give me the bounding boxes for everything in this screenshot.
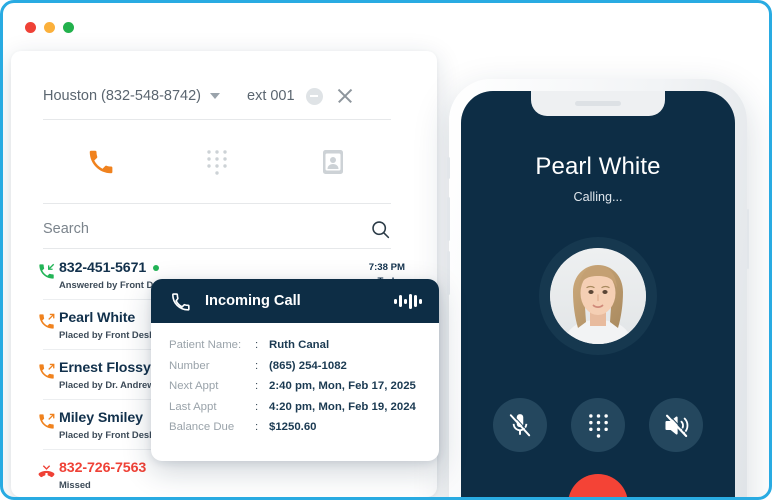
search-divider	[43, 248, 391, 249]
call-item-title: Miley Smiley	[59, 409, 143, 426]
mute-button[interactable]	[493, 398, 547, 452]
call-item-clock: 7:38 PM	[368, 261, 405, 273]
phone-mute-switch	[447, 157, 450, 179]
phone-power-button	[746, 209, 749, 269]
end-call-button[interactable]	[568, 474, 628, 500]
dialpad-icon	[588, 413, 608, 438]
missed-call-icon	[38, 465, 55, 478]
incoming-call-header: Incoming Call	[151, 279, 439, 323]
hangup-icon	[582, 488, 614, 500]
avatar-portrait	[550, 248, 646, 344]
call-item-main: 832-726-7563 Missed	[59, 460, 405, 490]
detail-row: Number : (865) 254-1082	[169, 360, 421, 381]
detail-label: Number	[169, 359, 210, 372]
call-item-title: 832-726-7563	[59, 460, 147, 476]
search-row	[43, 211, 391, 247]
speaker-button[interactable]	[649, 398, 703, 452]
detail-label: Patient Name:	[169, 339, 242, 351]
detail-label: Balance Due	[169, 421, 235, 433]
avatar	[550, 248, 646, 344]
active-call-indicator	[153, 264, 160, 271]
detail-value: Ruth Canal	[269, 339, 330, 351]
detail-label: Last Appt	[169, 400, 217, 413]
phone-handset-icon	[89, 150, 113, 174]
call-controls	[461, 398, 735, 452]
dialpad-icon	[207, 150, 227, 175]
microphone-muted-icon	[509, 413, 532, 437]
phone-notch	[531, 91, 665, 116]
detail-row: Patient Name: : Ruth Canal	[169, 339, 421, 360]
detail-separator: :	[255, 380, 259, 392]
outgoing-call-icon	[39, 363, 55, 379]
call-item-title: Pearl White	[59, 309, 136, 326]
caller-name: Pearl White	[535, 153, 661, 180]
header-divider	[43, 119, 391, 120]
call-item-subtitle: Missed	[59, 479, 91, 490]
call-item-title-wrap: 832-726-7563	[59, 460, 405, 476]
contact-card-icon	[323, 150, 343, 174]
browser-frame: Houston (832-548-8742) ext 001 Search 83…	[0, 0, 772, 500]
panel-header: Houston (832-548-8742) ext 001	[11, 73, 437, 119]
phone-screen: Pearl White Calling...	[461, 91, 735, 500]
call-status: Calling...	[573, 190, 623, 204]
outgoing-call-icon	[39, 313, 55, 329]
detail-label: Next Appt	[169, 380, 219, 392]
extension-label: ext 001	[247, 88, 295, 104]
detail-value: (865) 254-1082	[269, 359, 347, 372]
detail-row: Last Appt : 4:20 pm, Mon, Feb 19, 2024	[169, 401, 421, 422]
search-input[interactable]	[43, 221, 323, 237]
search-icon[interactable]	[370, 219, 391, 240]
tab-dialpad[interactable]	[159, 121, 275, 203]
detail-separator: :	[255, 339, 259, 351]
keypad-button[interactable]	[571, 398, 625, 452]
detail-row: Next Appt : 2:40 pm, Mon, Feb 17, 2025	[169, 380, 421, 401]
speaker-grill-icon	[575, 101, 621, 106]
location-dropdown[interactable]: Houston (832-548-8742)	[43, 88, 220, 104]
maximize-window-button[interactable]	[63, 22, 74, 33]
detail-separator: :	[255, 400, 259, 413]
call-item-title: 832-451-5671	[59, 259, 147, 276]
chevron-down-icon	[210, 93, 220, 99]
call-item-title: Ernest Flossy	[59, 359, 151, 376]
tab-bar	[43, 121, 391, 203]
detail-value: 4:20 pm, Mon, Feb 19, 2024	[269, 400, 416, 413]
phone-mockup: Pearl White Calling...	[447, 79, 749, 500]
outgoing-call-icon	[39, 413, 55, 429]
detail-row: Balance Due : $1250.60	[169, 421, 421, 442]
call-item-title-wrap: 832-451-5671	[59, 260, 369, 276]
incoming-call-title: Incoming Call	[205, 293, 301, 309]
phone-volume-down-button	[447, 251, 450, 295]
tab-calls[interactable]	[43, 121, 159, 203]
window-controls	[25, 22, 74, 33]
avatar-ring	[539, 237, 657, 355]
tabs-divider	[43, 203, 391, 204]
audio-waveform-icon	[393, 293, 422, 309]
location-label: Houston (832-548-8742)	[43, 88, 201, 104]
phone-volume-up-button	[447, 197, 450, 241]
detail-value: 2:40 pm, Mon, Feb 17, 2025	[269, 380, 416, 392]
close-window-button[interactable]	[25, 22, 36, 33]
incoming-call-card: Incoming Call Patient Name: : Ruth Canal…	[151, 279, 439, 461]
minimize-window-button[interactable]	[44, 22, 55, 33]
incoming-call-details: Patient Name: : Ruth Canal Number : (865…	[151, 323, 439, 442]
minus-circle-icon[interactable]	[305, 87, 323, 105]
phone-ringing-icon	[172, 292, 190, 311]
tab-contacts[interactable]	[275, 121, 391, 203]
detail-separator: :	[255, 421, 259, 433]
close-icon[interactable]	[336, 87, 354, 105]
speaker-muted-icon	[664, 413, 688, 437]
incoming-call-icon	[39, 263, 55, 279]
detail-value: $1250.60	[269, 421, 317, 433]
detail-separator: :	[255, 359, 259, 372]
